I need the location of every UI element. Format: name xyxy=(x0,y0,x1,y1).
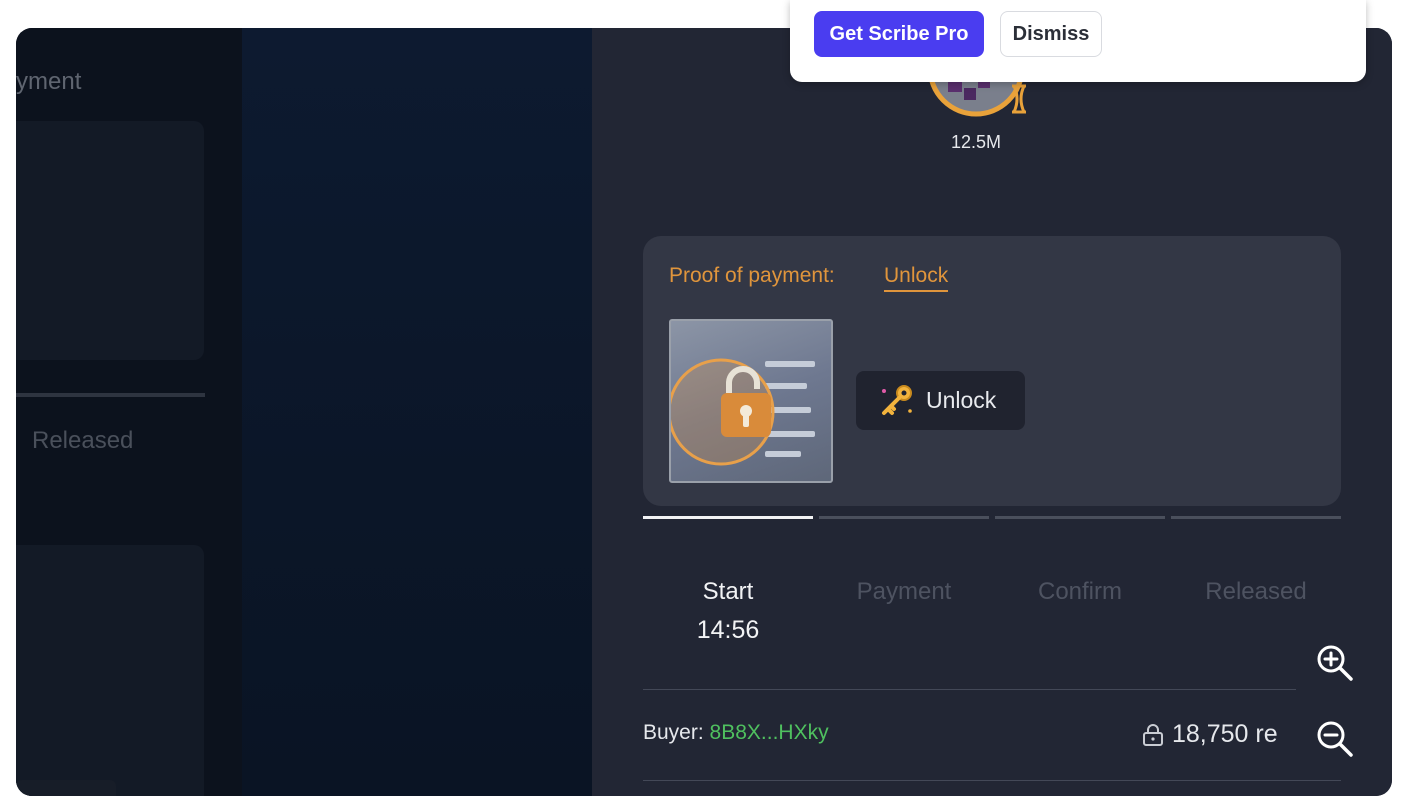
buyer-label: Buyer: xyxy=(643,721,704,744)
dismiss-button[interactable]: Dismiss xyxy=(1000,11,1102,57)
step-start: Start xyxy=(702,578,754,605)
step-confirm: Confirm xyxy=(1037,578,1122,605)
left-tab-released: Released xyxy=(32,427,134,454)
step-released: Released xyxy=(1205,578,1307,605)
key-icon xyxy=(882,384,912,415)
get-scribe-pro-button[interactable]: Get Scribe Pro xyxy=(814,11,984,57)
zoom-in-icon[interactable] xyxy=(1314,642,1354,682)
step-bar-start xyxy=(643,516,813,519)
left-panel-chip xyxy=(16,780,116,796)
proof-thumbnail[interactable] xyxy=(669,319,833,483)
proof-of-payment-card: Proof of payment: Unlock Unlock xyxy=(643,236,1341,506)
zoom-out-icon[interactable] xyxy=(1314,718,1354,758)
left-panel-card-lower xyxy=(16,545,204,796)
unlock-button[interactable]: Unlock xyxy=(856,371,1025,430)
left-panel-card xyxy=(16,121,204,360)
amount: 18,750 re xyxy=(1142,720,1278,749)
divider-bottom xyxy=(643,780,1341,781)
step-bar-payment xyxy=(819,516,989,519)
left-panel-title: yment xyxy=(16,68,82,95)
step-bar-confirm xyxy=(995,516,1165,519)
buyer-id[interactable]: 8B8X...HXky xyxy=(710,721,829,744)
amount-value: 18,750 re xyxy=(1172,720,1278,748)
middle-backdrop xyxy=(242,28,592,796)
proof-unlock-link[interactable]: Unlock xyxy=(884,264,949,292)
left-progress-bar xyxy=(16,393,205,397)
divider xyxy=(643,689,1296,690)
left-panel-overlay: yment Released xyxy=(16,28,242,796)
avatar-count: 12.5M xyxy=(950,132,1002,152)
lock-icon xyxy=(1143,723,1163,746)
lock-icon xyxy=(671,358,775,466)
upsell-banner: Get Scribe Pro Dismiss xyxy=(790,0,1366,82)
step-bar-released xyxy=(1171,516,1341,519)
unlock-button-label: Unlock xyxy=(926,387,997,413)
step-timer: 14:56 xyxy=(696,616,760,644)
buyer-row: Buyer: 8B8X...HXky xyxy=(643,721,829,745)
proof-label: Proof of payment: xyxy=(669,264,835,287)
step-payment: Payment xyxy=(856,578,952,605)
